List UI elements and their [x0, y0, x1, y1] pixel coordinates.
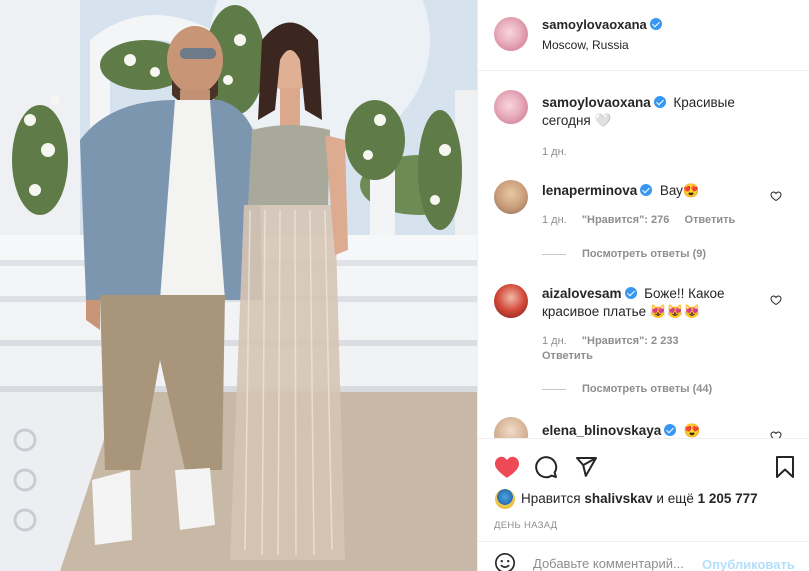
view-replies-button[interactable]: Посмотреть ответы (44): [542, 383, 712, 395]
comment-avatar[interactable]: [494, 417, 528, 438]
share-icon[interactable]: [574, 455, 598, 479]
post-panel: samoylovaoxana Moscow, Russia samoylovao…: [477, 0, 809, 571]
comments-list[interactable]: samoylovaoxana Красивые сегодня 🤍 1 дн. …: [478, 72, 809, 438]
liker-username[interactable]: shalivskav: [584, 491, 652, 506]
comment-avatar[interactable]: [494, 180, 528, 214]
likes-count[interactable]: 1 205 777: [698, 491, 758, 506]
caption-text: samoylovaoxana Красивые сегодня 🤍: [542, 94, 772, 130]
comment-meta: 1 дн. "Нравится": 276 Ответить: [542, 214, 735, 226]
post-location[interactable]: Moscow, Russia: [542, 38, 629, 52]
likes-suffix: и ещё: [656, 491, 694, 506]
comment-avatar[interactable]: [494, 284, 528, 318]
caption-time[interactable]: 1 дн.: [542, 146, 567, 158]
author-username-text[interactable]: samoylovaoxana: [542, 17, 647, 32]
post-actions: Нравится shalivskav и ещё 1 205 777 ДЕНЬ…: [478, 438, 809, 571]
comment-author[interactable]: lenaperminova: [542, 183, 637, 198]
likes-summary: Нравится shalivskav и ещё 1 205 777: [521, 491, 758, 506]
verified-icon: [653, 96, 666, 108]
caption-avatar[interactable]: [494, 90, 528, 124]
publish-button[interactable]: Опубликовать: [702, 557, 795, 571]
comment-text: elena_blinovskaya 😍: [542, 422, 762, 438]
author-avatar[interactable]: [494, 17, 528, 51]
comment-body: Вау😍: [659, 183, 700, 198]
comment-body: 😍: [683, 423, 701, 438]
comment-like-heart-icon[interactable]: [770, 294, 782, 306]
comment-icon[interactable]: [534, 455, 558, 479]
post-header: samoylovaoxana Moscow, Russia: [478, 0, 809, 71]
add-comment-bar: Опубликовать: [478, 541, 809, 571]
reply-button[interactable]: Ответить: [542, 350, 593, 362]
comment-like-count[interactable]: "Нравится": 276: [582, 214, 670, 226]
comment-like-heart-icon[interactable]: [770, 430, 782, 438]
comment-meta-reply: Ответить: [542, 350, 593, 362]
view-replies-button[interactable]: Посмотреть ответы (9): [542, 248, 706, 260]
liker-avatar[interactable]: [495, 489, 515, 509]
view-replies-label[interactable]: Посмотреть ответы (9): [582, 248, 706, 260]
like-heart-icon[interactable]: [494, 455, 520, 479]
caption-author[interactable]: samoylovaoxana: [542, 95, 651, 110]
author-username[interactable]: samoylovaoxana: [542, 17, 662, 32]
comment-meta: 1 дн. "Нравится": 2 233: [542, 335, 679, 347]
verified-icon: [624, 287, 637, 299]
post-photo[interactable]: [0, 0, 477, 571]
comment-author[interactable]: elena_blinovskaya: [542, 423, 661, 438]
comment-text: lenaperminova Вау😍: [542, 182, 762, 200]
comment-like-heart-icon[interactable]: [770, 190, 782, 202]
replies-divider: [542, 253, 566, 255]
reply-button[interactable]: Ответить: [684, 214, 735, 226]
verified-icon: [664, 424, 677, 436]
comment-input[interactable]: [533, 556, 703, 571]
likes-prefix: Нравится: [521, 491, 581, 506]
comment-time[interactable]: 1 дн.: [542, 214, 567, 226]
photo-illustration: [0, 0, 477, 571]
comment-time[interactable]: 1 дн.: [542, 335, 567, 347]
comment-author[interactable]: aizalovesam: [542, 286, 622, 301]
emoji-icon[interactable]: [494, 552, 516, 571]
post-date[interactable]: ДЕНЬ НАЗАД: [494, 520, 557, 531]
view-replies-label[interactable]: Посмотреть ответы (44): [582, 383, 712, 395]
verified-icon: [649, 18, 662, 30]
comment-text: aizalovesam Боже!! Какое красивое платье…: [542, 285, 762, 321]
comment-like-count[interactable]: "Нравится": 2 233: [582, 335, 679, 347]
replies-divider: [542, 388, 566, 390]
bookmark-icon[interactable]: [774, 455, 796, 479]
verified-icon: [640, 184, 653, 196]
